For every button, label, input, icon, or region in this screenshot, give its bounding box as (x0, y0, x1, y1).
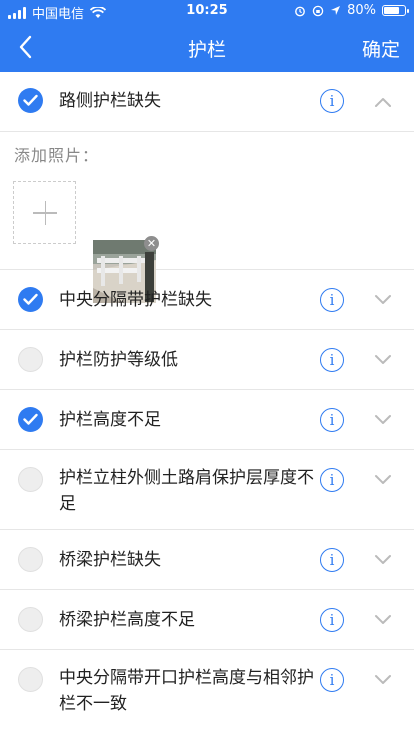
info-icon[interactable]: i (320, 288, 344, 312)
info-icon[interactable]: i (320, 548, 344, 572)
info-icon[interactable]: i (320, 608, 344, 632)
rotation-lock-icon (312, 5, 324, 16)
checkbox-unchecked[interactable] (18, 667, 43, 692)
list-item[interactable]: 护栏立柱外侧土路肩保护层厚度不足 i (0, 450, 414, 530)
checklist: 路侧护栏缺失 i 添加照片： ✕ 中央分隔带护栏缺失 i 护栏防护等级低 i 护… (0, 72, 414, 730)
add-photo-button[interactable] (13, 181, 76, 244)
checkbox-unchecked[interactable] (18, 467, 43, 492)
list-item[interactable]: 桥梁护栏缺失 i (0, 530, 414, 590)
list-item[interactable]: 护栏防护等级低 i (0, 330, 414, 390)
item-label: 桥梁护栏缺失 (59, 550, 161, 570)
battery-fill (384, 7, 400, 14)
item-label: 护栏防护等级低 (59, 350, 178, 370)
battery-icon (382, 5, 409, 16)
chevron-down-icon[interactable] (374, 614, 392, 626)
alarm-icon (295, 6, 305, 16)
item-label: 护栏高度不足 (59, 410, 161, 430)
battery-percent: 80% (347, 3, 376, 18)
photo-section: 添加照片： ✕ (0, 132, 414, 303)
info-icon[interactable]: i (320, 468, 344, 492)
list-item[interactable]: 中央分隔带开口护栏高度与相邻护栏不一致 i (0, 650, 414, 730)
info-icon[interactable]: i (320, 668, 344, 692)
list-item[interactable]: 路侧护栏缺失 i (0, 72, 414, 132)
chevron-down-icon[interactable] (374, 474, 392, 486)
location-icon (331, 6, 341, 15)
page-title: 护栏 (187, 39, 226, 61)
chevron-down-icon[interactable] (374, 674, 392, 686)
info-icon[interactable]: i (320, 348, 344, 372)
app-header: 中国电信 10:25 80% 护栏 确定 (0, 0, 414, 72)
item-label: 中央分隔带护栏缺失 (59, 290, 212, 310)
item-label: 路侧护栏缺失 (59, 91, 161, 111)
checkbox-unchecked[interactable] (18, 607, 43, 632)
checkbox-checked[interactable] (18, 407, 43, 432)
list-item[interactable]: 桥梁护栏高度不足 i (0, 590, 414, 650)
confirm-button[interactable]: 确定 (362, 35, 400, 62)
item-label: 桥梁护栏高度不足 (59, 610, 195, 630)
status-bar: 中国电信 10:25 80% (0, 0, 414, 22)
chevron-down-icon[interactable] (374, 414, 392, 426)
chevron-down-icon[interactable] (374, 294, 392, 306)
chevron-down-icon[interactable] (374, 354, 392, 366)
chevron-up-icon[interactable] (374, 96, 392, 108)
photo-label: 添加照片： (14, 146, 100, 165)
checkbox-checked[interactable] (18, 88, 43, 113)
list-item[interactable]: 护栏高度不足 i (0, 390, 414, 450)
nav-bar: 护栏 确定 (0, 22, 414, 72)
remove-photo-icon[interactable]: ✕ (144, 236, 159, 251)
item-label: 护栏立柱外侧土路肩保护层厚度不足 (59, 468, 314, 514)
info-icon[interactable]: i (320, 408, 344, 432)
checkbox-checked[interactable] (18, 287, 43, 312)
checkbox-unchecked[interactable] (18, 347, 43, 372)
chevron-down-icon[interactable] (374, 554, 392, 566)
list-item[interactable]: 中央分隔带护栏缺失 i (0, 270, 414, 330)
info-icon[interactable]: i (320, 89, 344, 113)
checkbox-unchecked[interactable] (18, 547, 43, 572)
item-label: 中央分隔带开口护栏高度与相邻护栏不一致 (59, 668, 314, 714)
